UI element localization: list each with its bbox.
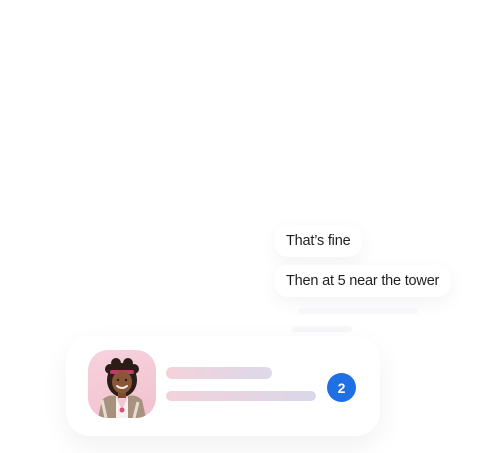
unread-badge: 2: [327, 373, 356, 402]
unread-count: 2: [337, 379, 346, 396]
faint-divider: [292, 326, 352, 332]
chat-message: Then at 5 near the tower: [274, 265, 452, 297]
faint-divider: [298, 308, 418, 314]
message-text: Then at 5 near the tower: [286, 273, 440, 289]
avatar: [88, 350, 156, 418]
preview-placeholder: [166, 391, 316, 401]
message-text: That’s fine: [286, 233, 351, 249]
chat-message: That’s fine: [274, 225, 363, 257]
person-portrait-icon: [98, 358, 146, 418]
name-placeholder: [166, 367, 272, 379]
conversation-card[interactable]: 2: [66, 336, 380, 436]
